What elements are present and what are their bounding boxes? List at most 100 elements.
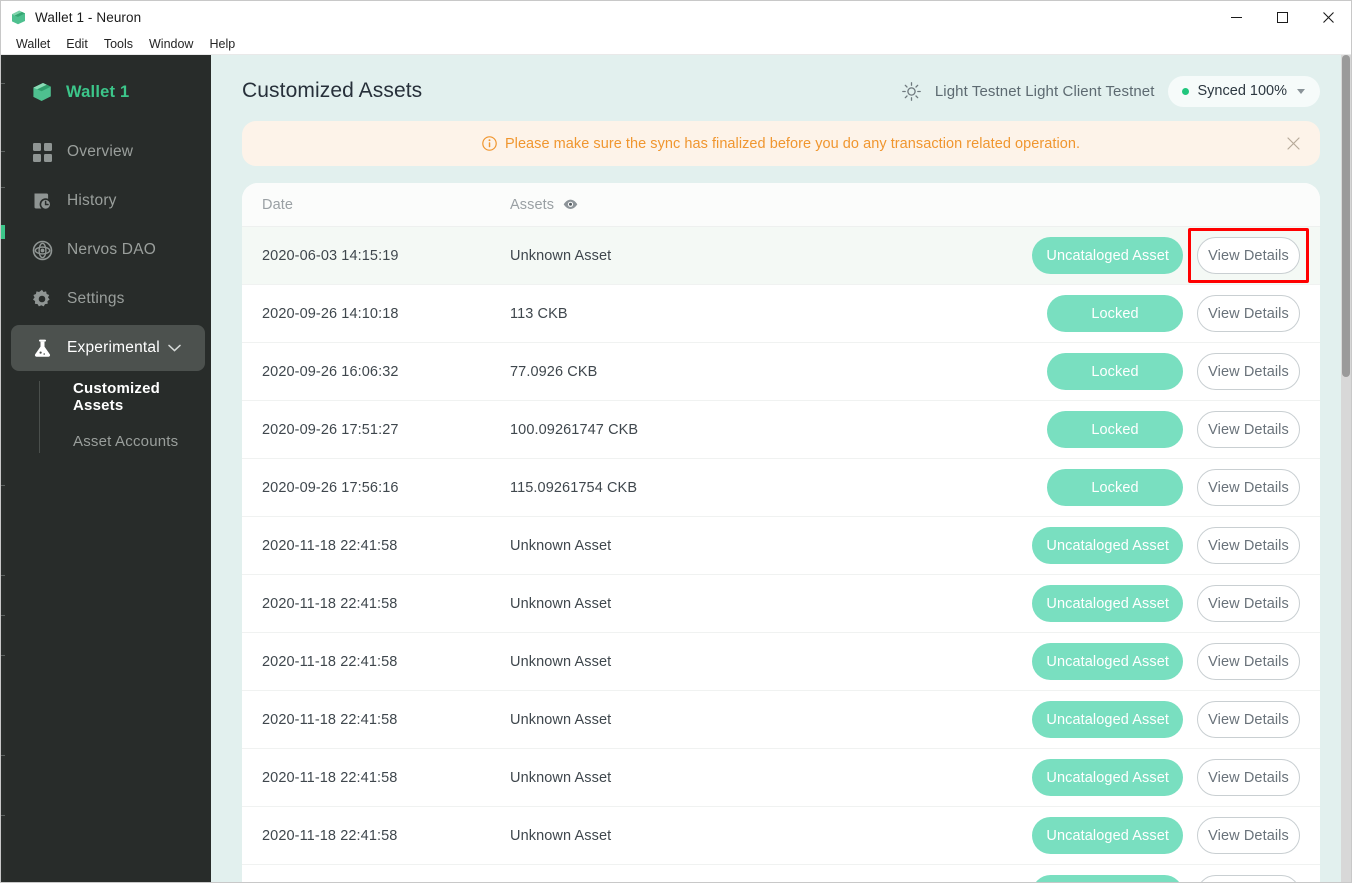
table-row[interactable]: 2020-09-26 17:56:16 115.09261754 CKB Locke… xyxy=(242,459,1320,517)
body: Wallet 1 Overview History Nervos DAO Set… xyxy=(1,55,1351,882)
sidebar-item-nervos-dao[interactable]: Nervos DAO xyxy=(11,227,205,273)
application-window: Wallet 1 - Neuron Wallet Edit Tools Wind… xyxy=(0,0,1352,883)
cell-actions: Locked View Details xyxy=(1047,295,1300,332)
main-inner: Customized Assets Light Testnet Light Cl… xyxy=(211,55,1351,882)
table-row[interactable]: 2020-11-18 22:41:58Unknown AssetUncatalo… xyxy=(242,865,1320,882)
table-row[interactable]: 2020-09-26 17:51:27 100.09261747 CKB Locke… xyxy=(242,401,1320,459)
menu-item-edit[interactable]: Edit xyxy=(59,35,95,53)
maximize-icon[interactable] xyxy=(1259,1,1305,33)
cell-date: 2020-11-18 22:41:58 xyxy=(262,595,398,612)
column-header-date: Date xyxy=(262,196,294,213)
close-icon[interactable] xyxy=(1305,1,1351,33)
main-content: Customized Assets Light Testnet Light Cl… xyxy=(211,55,1351,882)
page-title: Customized Assets xyxy=(242,79,423,102)
network-label: Light Testnet Light Client Testnet xyxy=(934,82,1155,100)
sidebar-item-overview[interactable]: Overview xyxy=(11,129,205,175)
view-details-button[interactable]: View Details xyxy=(1197,759,1300,796)
status-badge[interactable]: Uncataloged Asset xyxy=(1032,875,1183,882)
cell-date: 2020-11-18 22:41:58 xyxy=(262,827,398,844)
cell-date: 2020-11-18 22:41:58 xyxy=(262,711,398,728)
menu-item-tools[interactable]: Tools xyxy=(97,35,140,53)
grid-icon xyxy=(31,141,53,163)
table-row[interactable]: 2020-11-18 22:41:58Unknown AssetUncatalo… xyxy=(242,807,1320,865)
view-details-button[interactable]: View Details xyxy=(1197,643,1300,680)
view-details-wrapper: View Details xyxy=(1197,875,1300,882)
status-badge[interactable]: Uncataloged Asset xyxy=(1032,759,1183,796)
sidebar-item-settings[interactable]: Settings xyxy=(11,276,205,322)
page-header: Customized Assets Light Testnet Light Cl… xyxy=(242,55,1320,121)
cell-asset: Unknown Asset xyxy=(510,653,612,670)
table-row[interactable]: 2020-11-18 22:41:58Unknown AssetUncatalo… xyxy=(242,575,1320,633)
view-details-wrapper: View Details xyxy=(1197,469,1300,506)
view-details-button[interactable]: View Details xyxy=(1197,875,1300,882)
view-details-wrapper: View Details xyxy=(1197,643,1300,680)
status-badge[interactable]: Uncataloged Asset xyxy=(1032,701,1183,738)
sidebar-item-label: Nervos DAO xyxy=(67,241,156,258)
cell-date: 2020-06-03 14:15:19 xyxy=(262,247,399,264)
cell-date: 2020-09-26 17:51:27 xyxy=(262,421,399,438)
gear-icon xyxy=(31,288,53,310)
highlight-box: View Details xyxy=(1188,228,1309,283)
chevron-down-icon[interactable] xyxy=(168,339,181,357)
cell-date: 2020-11-18 22:41:58 xyxy=(262,769,398,786)
eye-icon[interactable] xyxy=(563,197,578,212)
notice-text: Please make sure the sync has finalized … xyxy=(504,135,1081,152)
close-icon[interactable] xyxy=(1284,135,1302,153)
history-icon xyxy=(31,190,53,212)
cell-actions: Uncataloged Asset View Details xyxy=(1032,875,1300,882)
sidebar-item-experimental[interactable]: Experimental xyxy=(11,325,205,371)
status-badge[interactable]: Locked xyxy=(1047,411,1183,448)
title-bar: Wallet 1 - Neuron xyxy=(1,1,1351,33)
table-row[interactable]: 2020-11-18 22:41:58Unknown AssetUncatalo… xyxy=(242,633,1320,691)
table-row[interactable]: 2020-11-18 22:41:58Unknown AssetUncatalo… xyxy=(242,749,1320,807)
status-badge[interactable]: Uncataloged Asset xyxy=(1032,527,1183,564)
status-badge[interactable]: Locked xyxy=(1047,469,1183,506)
view-details-button[interactable]: View Details xyxy=(1197,527,1300,564)
status-badge[interactable]: Locked xyxy=(1047,353,1183,390)
view-details-button[interactable]: View Details xyxy=(1197,817,1300,854)
table-row[interactable]: 2020-09-26 14:10:18 113 CKB Locked View Det… xyxy=(242,285,1320,343)
sidebar-wallet-header[interactable]: Wallet 1 xyxy=(5,69,211,115)
cell-asset: 100.09261747 CKB xyxy=(510,421,639,438)
sidebar-item-customized-assets[interactable]: Customized Assets xyxy=(43,375,211,419)
info-circle-icon xyxy=(482,136,497,151)
view-details-button[interactable]: View Details xyxy=(1197,295,1300,332)
table-row[interactable]: 2020-11-18 22:41:58Unknown AssetUncatalo… xyxy=(242,517,1320,575)
scrollbar-thumb[interactable] xyxy=(1342,55,1350,377)
minimize-icon[interactable] xyxy=(1213,1,1259,33)
table-row[interactable]: 2020-09-26 16:06:32 77.0926 CKB Locked View… xyxy=(242,343,1320,401)
view-details-wrapper: View Details xyxy=(1197,585,1300,622)
sync-status-button[interactable]: Synced 100% xyxy=(1167,75,1320,107)
chevron-down-icon[interactable] xyxy=(1297,88,1305,94)
table-row[interactable]: 2020-11-18 22:41:58 Unknown Asset Uncatalo… xyxy=(242,691,1320,749)
view-details-button[interactable]: View Details xyxy=(1197,585,1300,622)
vertical-scrollbar[interactable] xyxy=(1341,55,1351,882)
cell-actions: Uncataloged Asset View Details xyxy=(1032,817,1300,854)
table-row[interactable]: 2020-06-03 14:15:19 Unknown Asset Uncatalo… xyxy=(242,227,1320,285)
sidebar-item-asset-accounts[interactable]: Asset Accounts xyxy=(43,419,211,463)
view-details-button[interactable]: View Details xyxy=(1197,411,1300,448)
wallet-logo-icon xyxy=(10,9,27,26)
menu-item-wallet[interactable]: Wallet xyxy=(9,35,57,53)
cell-date: 2020-09-26 17:56:16 xyxy=(262,479,399,496)
status-badge[interactable]: Uncataloged Asset xyxy=(1032,585,1183,622)
view-details-button[interactable]: View Details xyxy=(1197,353,1300,390)
view-details-wrapper: View Details xyxy=(1197,759,1300,796)
view-details-button[interactable]: View Details xyxy=(1197,701,1300,738)
status-badge[interactable]: Locked xyxy=(1047,295,1183,332)
sidebar-item-history[interactable]: History xyxy=(11,178,205,224)
sidebar-subnav: Customized Assets Asset Accounts xyxy=(5,375,211,463)
cell-actions: Uncataloged Asset View Details xyxy=(1032,759,1300,796)
atom-icon xyxy=(31,239,53,261)
wallet-icon xyxy=(31,81,53,103)
status-badge[interactable]: Uncataloged Asset xyxy=(1032,817,1183,854)
sync-status-dot xyxy=(1181,87,1189,95)
view-details-button[interactable]: View Details xyxy=(1197,469,1300,506)
view-details-button[interactable]: View Details xyxy=(1197,237,1300,274)
status-badge[interactable]: Uncataloged Asset xyxy=(1032,643,1183,680)
status-badge[interactable]: Uncataloged Asset xyxy=(1032,237,1183,274)
menu-item-help[interactable]: Help xyxy=(202,35,242,53)
cell-asset: Unknown Asset xyxy=(510,711,612,728)
table-body: 2020-06-03 14:15:19 Unknown Asset Uncatalo… xyxy=(242,227,1320,882)
menu-item-window[interactable]: Window xyxy=(142,35,200,53)
